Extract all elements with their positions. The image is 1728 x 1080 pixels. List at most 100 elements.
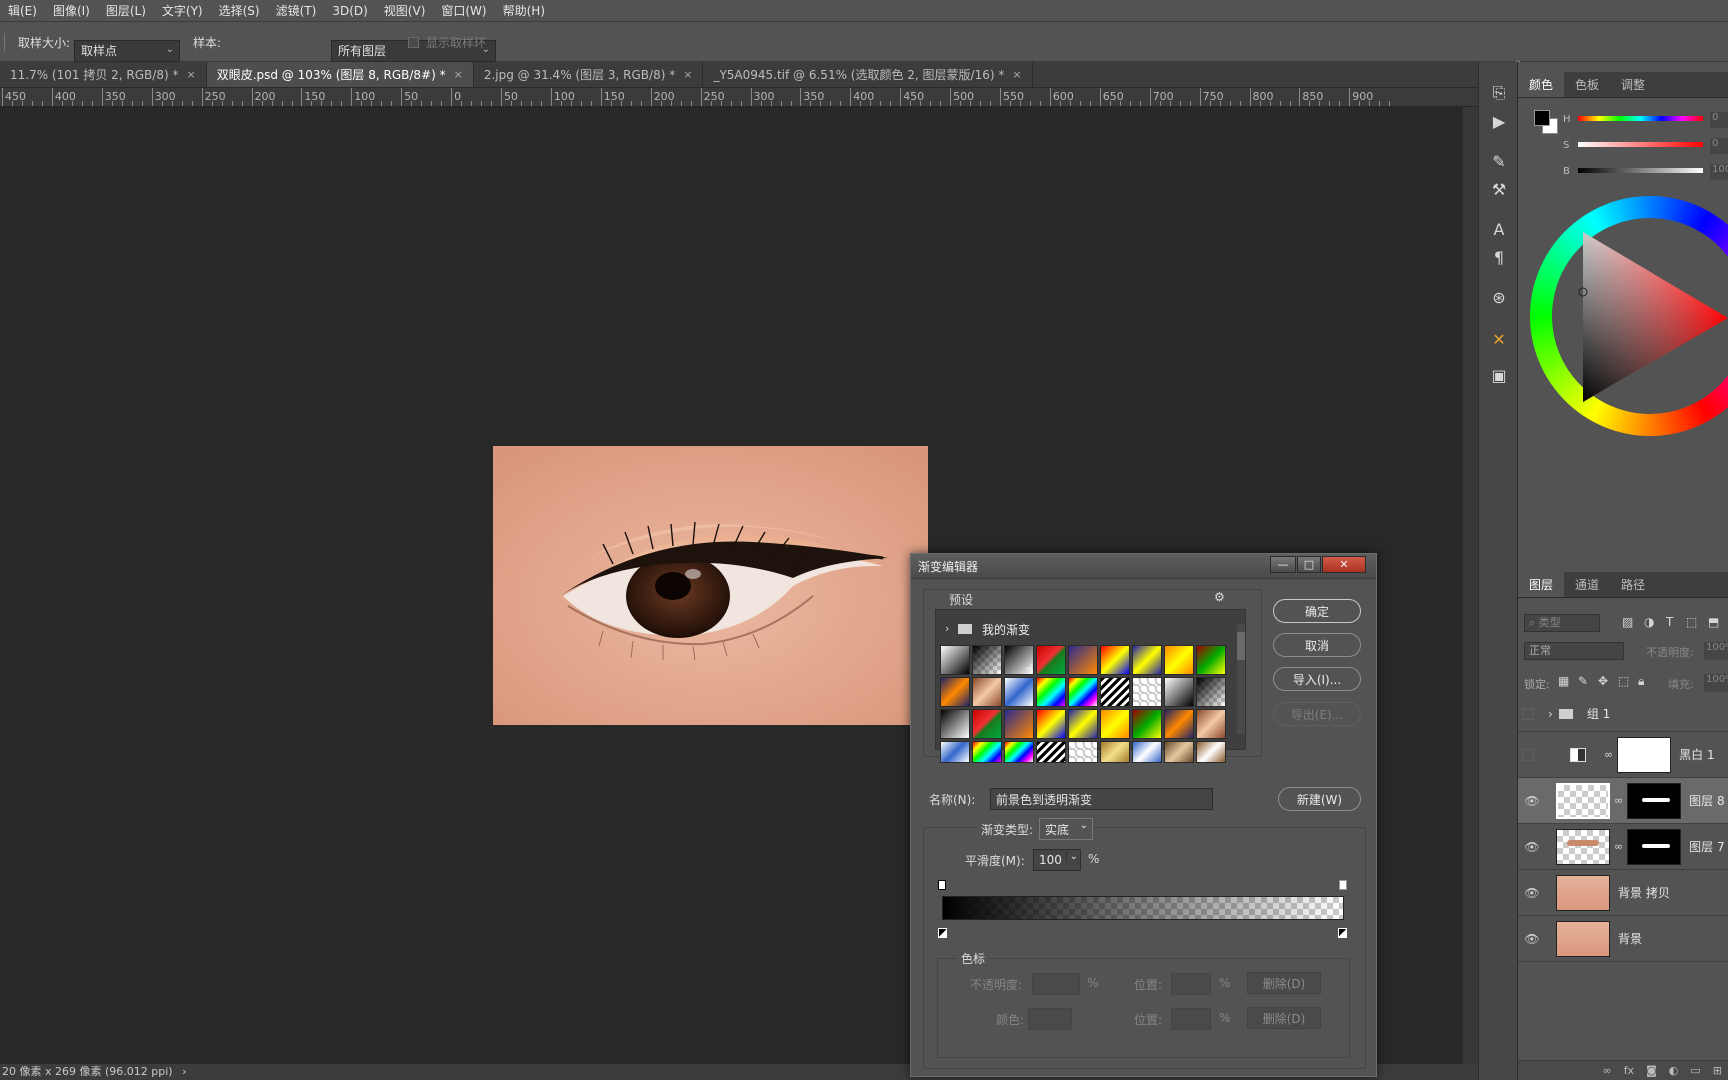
tab-paths[interactable]: 路径 [1610,572,1656,597]
preset-swatch[interactable] [1132,677,1162,707]
color-delete-button[interactable]: 删除(D) [1247,1007,1321,1029]
lock-move-icon[interactable]: ✥ [1598,674,1608,688]
menu-item[interactable]: 滤镜(T) [268,2,325,19]
document-tab[interactable]: _Y5A0945.tif @ 6.51% (选取颜色 2, 图层蒙版/16) *… [703,62,1033,87]
preset-swatch[interactable] [940,677,970,707]
layer-thumb[interactable] [1556,874,1610,911]
preset-swatch[interactable] [1004,709,1034,739]
menu-item[interactable]: 辑(E) [0,2,45,19]
character-icon[interactable]: A [1484,216,1514,242]
tab-channels[interactable]: 通道 [1564,572,1610,597]
preset-swatch[interactable] [1164,709,1194,739]
visibility-toggle[interactable] [1522,707,1534,720]
preset-swatch[interactable] [1100,645,1130,675]
layer-mask-thumb[interactable] [1627,828,1682,865]
name-input[interactable]: 前景色到透明渐变 [990,788,1213,810]
preset-swatch[interactable] [940,741,970,763]
saturation-slider[interactable] [1578,142,1703,147]
new-layer-icon[interactable]: ⊞ [1713,1064,1722,1077]
color-location-input[interactable] [1171,1008,1211,1030]
layer-kind-filter[interactable]: ⌕ 类型 [1524,614,1600,632]
document-tab[interactable]: 11.7% (101 拷贝 2, RGB/8) * × [0,62,207,87]
preset-scroll-thumb[interactable] [1237,632,1245,660]
menu-item[interactable]: 3D(D) [324,4,375,18]
opacity-stop-right[interactable] [1339,880,1347,890]
chevron-right-icon[interactable]: › [945,622,949,635]
preset-swatch[interactable] [1036,741,1066,763]
close-button[interactable]: ✕ [1322,556,1366,573]
preset-swatch[interactable] [1164,741,1194,763]
menu-item[interactable]: 图像(I) [45,2,98,19]
preset-swatch[interactable] [1100,677,1130,707]
preset-swatch[interactable] [1164,677,1194,707]
document-tab[interactable]: 双眼皮.psd @ 103% (图层 8, RGB/8#) * × [206,62,474,87]
show-ring-checkbox[interactable] [408,37,419,48]
foreground-swatch[interactable] [1534,110,1550,126]
preset-swatch[interactable] [1164,645,1194,675]
opacity-location-input[interactable] [1171,973,1211,995]
tab-layers[interactable]: 图层 [1518,572,1565,597]
preset-swatch[interactable] [1100,741,1130,763]
new-button[interactable]: 新建(W) [1278,787,1361,811]
preset-swatch[interactable] [972,709,1002,739]
layer-thumb[interactable] [1556,782,1610,819]
preset-swatch[interactable] [1036,645,1066,675]
menu-item[interactable]: 视图(V) [376,2,434,19]
gradient-type-select[interactable]: 实底 ⌄ [1039,818,1093,840]
preset-swatch[interactable] [1036,677,1066,707]
opacity-stop-left[interactable] [938,880,946,890]
preset-swatch[interactable] [1068,709,1098,739]
new-group-icon[interactable]: ▭ [1690,1064,1700,1077]
eye-icon[interactable]: 👁︎ [1522,794,1542,808]
smoothness-input[interactable]: 100 ⌄ [1033,849,1081,871]
chevron-right-icon[interactable]: › [1548,707,1553,721]
chevron-down-icon[interactable]: ⌄ [1065,851,1078,862]
layer-thumb[interactable] [1556,828,1610,865]
menu-item[interactable]: 选择(S) [211,2,268,19]
preset-swatch[interactable] [940,645,970,675]
opacity-delete-button[interactable]: 删除(D) [1247,972,1321,994]
preset-swatch[interactable] [1004,741,1034,763]
preset-swatch[interactable] [1068,677,1098,707]
preset-swatch[interactable] [972,645,1002,675]
visibility-toggle[interactable] [1522,748,1534,761]
clone-source-icon[interactable]: ⊛ [1484,284,1514,310]
tab-adjustments[interactable]: 调整 [1610,72,1656,97]
color-stop-left[interactable] [938,928,947,938]
preset-swatch[interactable] [1132,709,1162,739]
link-layers-icon[interactable]: ∞ [1603,1064,1612,1077]
menu-item[interactable]: 帮助(H) [495,2,553,19]
document-tab[interactable]: 2.jpg @ 31.4% (图层 3, RGB/8) * × [474,62,704,87]
lock-paint-icon[interactable]: ✎ [1578,674,1588,688]
gear-icon[interactable]: ⚙ [1214,590,1225,604]
close-tab-icon[interactable]: × [683,68,692,81]
preset-swatch[interactable] [940,709,970,739]
preset-swatch[interactable] [1036,709,1066,739]
menu-item[interactable]: 文字(Y) [154,2,211,19]
opacity-value[interactable]: 100% [1704,642,1728,660]
paragraph-icon[interactable]: ¶ [1484,244,1514,270]
layer-group-row[interactable]: › 组 1 [1518,696,1728,732]
preset-swatch[interactable] [1196,645,1226,675]
preset-swatch[interactable] [972,741,1002,763]
eye-icon[interactable]: 👁︎ [1522,932,1542,946]
actions-play-icon[interactable]: ▶ [1484,108,1514,134]
filter-shape-icon[interactable]: ⬚ [1686,615,1697,629]
layer-row[interactable]: 👁︎ 背景 [1518,916,1728,962]
minimize-button[interactable]: — [1270,556,1296,573]
close-tab-icon[interactable]: × [186,68,195,81]
preset-swatch[interactable] [1132,645,1162,675]
preset-swatch[interactable] [1196,741,1226,763]
cancel-button[interactable]: 取消 [1273,633,1361,657]
slider-value-s[interactable]: 0 [1710,138,1728,154]
tool-preset-picker[interactable] [4,33,14,51]
hue-slider[interactable] [1578,116,1703,121]
stop-opacity-input[interactable] [1032,973,1080,995]
filter-smart-icon[interactable]: ⬒ [1708,615,1719,629]
eye-icon[interactable]: 👁︎ [1522,886,1542,900]
layer-thumb[interactable] [1556,920,1610,957]
adjustment-icon[interactable]: ◐ [1669,1064,1679,1077]
close-tab-icon[interactable]: × [454,68,463,81]
menu-item[interactable]: 窗口(W) [433,2,494,19]
gradient-bar[interactable] [942,896,1344,920]
